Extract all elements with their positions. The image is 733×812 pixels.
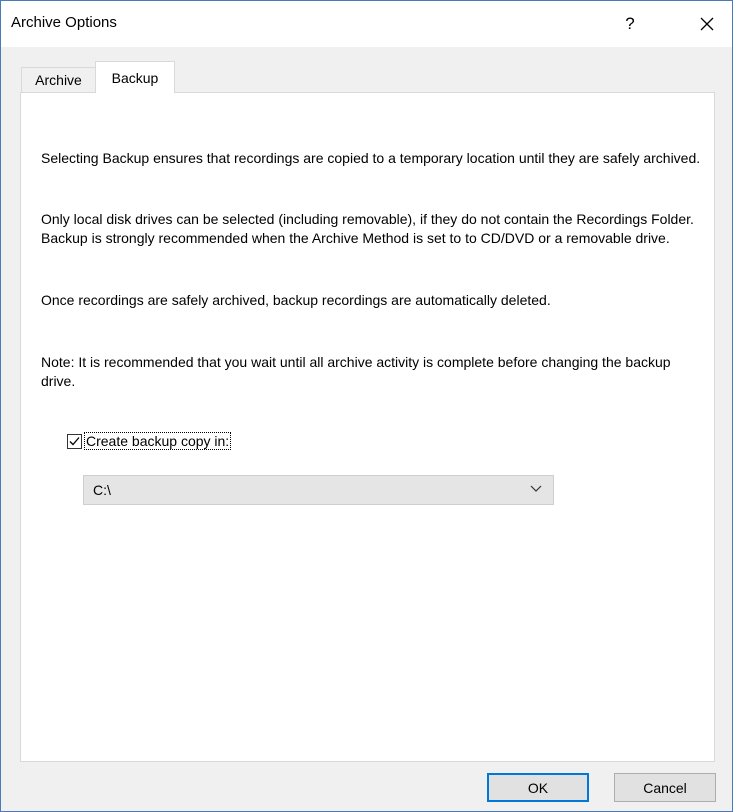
tab-archive[interactable]: Archive — [21, 67, 96, 92]
cancel-button[interactable]: Cancel — [614, 773, 716, 802]
close-button[interactable] — [684, 1, 730, 47]
cancel-button-label: Cancel — [643, 779, 687, 796]
backup-tab-panel — [20, 92, 715, 762]
description-paragraph: Only local disk drives can be selected (… — [41, 211, 694, 246]
window-title: Archive Options — [11, 14, 117, 31]
tab-backup-label: Backup — [111, 69, 159, 86]
description-paragraph: Once recordings are safely archived, bac… — [41, 292, 551, 308]
create-backup-checkbox[interactable] — [67, 433, 82, 449]
title-bar: Archive Options ? — [1, 1, 732, 47]
archive-options-dialog: Archive Options ? Archive Backup Selecti… — [0, 0, 733, 812]
close-icon — [700, 17, 714, 31]
backup-drive-value: C:\ — [93, 482, 111, 498]
description-paragraph: Selecting Backup ensures that recordings… — [41, 150, 701, 166]
note-paragraph: Note: It is recommended that you wait un… — [41, 354, 671, 389]
checkmark-icon — [69, 436, 80, 445]
tab-backup[interactable]: Backup — [95, 61, 175, 93]
create-backup-checkbox-row[interactable]: Create backup copy in: — [67, 431, 232, 451]
ok-button[interactable]: OK — [487, 773, 589, 802]
backup-drive-select[interactable]: C:\ — [83, 475, 554, 505]
ok-button-label: OK — [527, 779, 549, 796]
chevron-down-icon — [530, 485, 542, 492]
tab-archive-label: Archive — [35, 72, 82, 88]
create-backup-label[interactable]: Create backup copy in: — [83, 432, 232, 450]
help-icon: ? — [625, 14, 635, 33]
help-button[interactable]: ? — [607, 1, 653, 47]
